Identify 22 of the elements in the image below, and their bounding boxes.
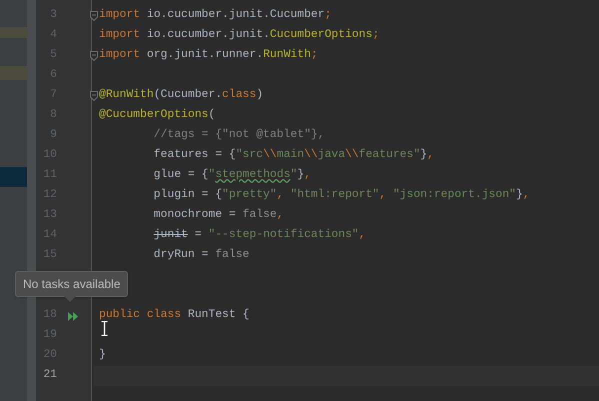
run-icon[interactable]	[68, 312, 78, 320]
code-line: features = {"src\\main\\java\\features"},	[152, 148, 434, 164]
tooltip: No tasks available	[15, 271, 128, 297]
code-line: dryRun = false	[152, 248, 250, 264]
code-line: glue = {"stepmethods"},	[152, 168, 311, 184]
code-line: //tags = {"not @tablet"},	[152, 128, 325, 144]
code-line: monochrome = false,	[152, 208, 284, 224]
code-line: import io.cucumber.junit.CucumberOptions;	[99, 28, 380, 44]
fold-icon[interactable]	[90, 11, 98, 21]
code-line: junit = "--step-notifications",	[152, 228, 366, 244]
code-line: }	[99, 348, 106, 364]
code-line: import io.cucumber.junit.Cucumber;	[99, 8, 332, 24]
code-line: @RunWith(Cucumber.class)	[99, 88, 264, 104]
code-line: public class RunTest {	[99, 308, 250, 324]
selected-row	[0, 167, 27, 187]
text-cursor-icon	[101, 321, 108, 336]
code-line: plugin = {"pretty", "html:report", "json:report.json"},	[152, 188, 530, 204]
code-line: import org.junit.runner.RunWith;	[99, 48, 318, 64]
fold-icon[interactable]	[90, 91, 98, 101]
fold-icon[interactable]	[90, 51, 98, 61]
line-number: 21	[42, 368, 57, 384]
code-line: @CucumberOptions(	[99, 108, 216, 124]
